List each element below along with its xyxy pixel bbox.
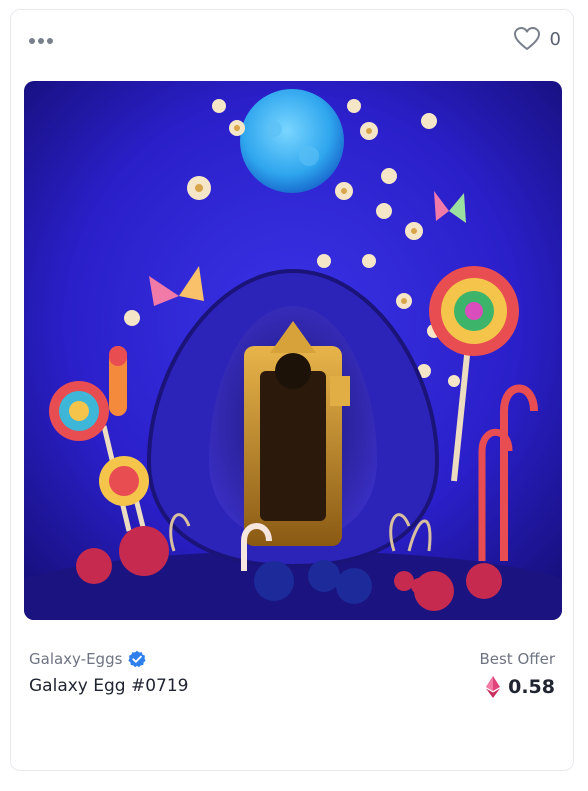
like-button[interactable]: 0 bbox=[513, 24, 561, 54]
heart-outline-icon bbox=[513, 27, 540, 50]
galaxy-egg-artwork bbox=[24, 81, 562, 620]
item-title[interactable]: Galaxy Egg #0719 bbox=[29, 676, 189, 696]
best-offer-label: Best Offer bbox=[479, 650, 555, 668]
price: 0.58 bbox=[486, 676, 555, 698]
nft-image[interactable] bbox=[24, 81, 562, 620]
more-options-icon bbox=[29, 38, 35, 44]
card-footer: Galaxy-Eggs Galaxy Egg #0719 Best Offer … bbox=[29, 650, 555, 710]
ethereum-icon bbox=[486, 676, 501, 698]
nft-card[interactable]: 0 Galaxy-Eggs Galaxy Egg #0719 Best Offe… bbox=[10, 9, 574, 771]
verified-badge-icon bbox=[128, 650, 147, 668]
collection-name: Galaxy-Eggs bbox=[29, 650, 123, 668]
price-value: 0.58 bbox=[508, 676, 555, 698]
more-options-icon-dot bbox=[47, 38, 53, 44]
more-options-icon-dot bbox=[38, 38, 44, 44]
collection-link[interactable]: Galaxy-Eggs bbox=[29, 650, 147, 668]
like-count: 0 bbox=[549, 28, 561, 50]
more-options-button[interactable] bbox=[29, 34, 59, 48]
